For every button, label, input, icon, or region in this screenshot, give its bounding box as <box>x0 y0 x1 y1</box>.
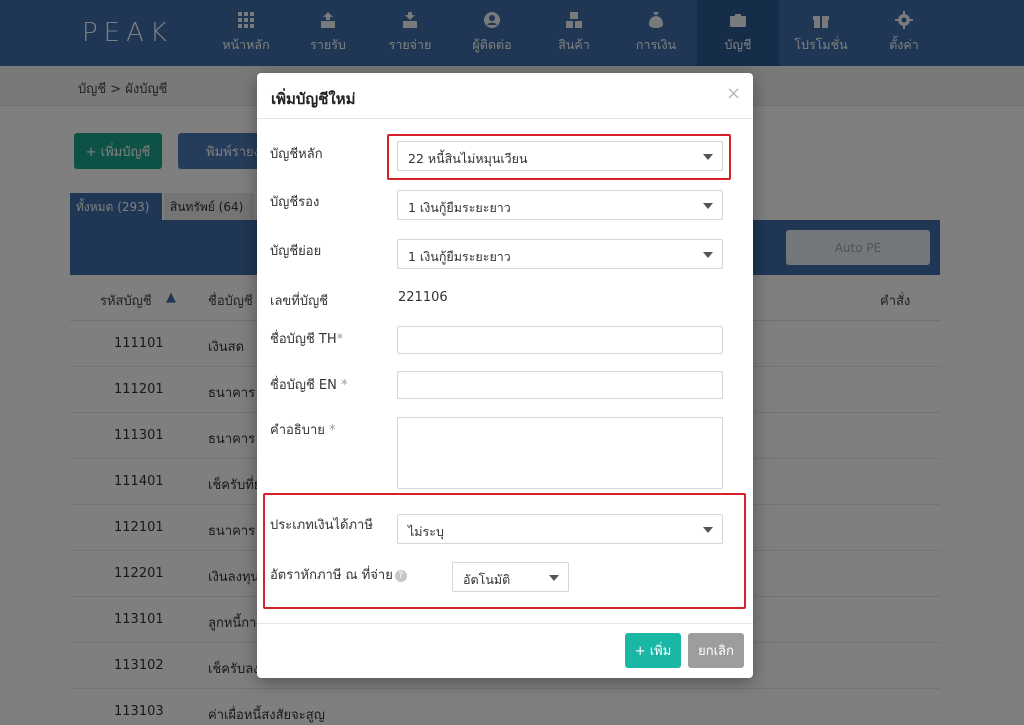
sub-account-label: บัญชีรอง <box>270 195 320 210</box>
main-account-label: บัญชีหลัก <box>270 147 323 162</box>
account-number-label: เลขที่บัญชี <box>270 294 329 309</box>
description-textarea[interactable] <box>397 417 723 489</box>
description-label: คำอธิบาย * <box>270 419 336 440</box>
sub-account-select[interactable]: 1 เงินกู้ยืมระยะยาว <box>397 190 723 220</box>
required-mark: * <box>329 423 336 438</box>
child-account-select[interactable]: 1 เงินกู้ยืมระยะยาว <box>397 239 723 269</box>
child-account-value: 1 เงินกู้ยืมระยะยาว <box>408 249 511 264</box>
sub-account-value: 1 เงินกู้ยืมระยะยาว <box>408 200 511 215</box>
account-number-value: 221106 <box>398 290 448 305</box>
close-icon[interactable]: × <box>726 83 741 104</box>
name-th-input[interactable] <box>397 326 723 354</box>
modal-title: เพิ่มบัญชีใหม่ <box>271 90 356 108</box>
chevron-down-icon <box>703 252 713 258</box>
required-mark: * <box>336 332 344 347</box>
add-button[interactable]: + เพิ่ม <box>625 633 681 668</box>
add-account-modal: เพิ่มบัญชีใหม่ × บัญชีหลัก 22 หนี้สินไม่… <box>257 73 753 678</box>
chevron-down-icon <box>703 203 713 209</box>
description-label-text: คำอธิบาย <box>270 423 325 438</box>
divider <box>257 118 753 119</box>
divider <box>257 623 753 624</box>
name-th-label-text: ชื่อบัญชี TH <box>270 332 337 347</box>
name-en-label: ชื่อบัญชี EN * <box>270 374 348 395</box>
name-th-label: ชื่อบัญชี TH* <box>270 328 343 349</box>
name-en-input[interactable] <box>397 371 723 399</box>
child-account-label: บัญชีย่อย <box>270 244 322 259</box>
required-mark: * <box>341 378 348 393</box>
highlight-box <box>263 493 746 609</box>
name-en-label-text: ชื่อบัญชี EN <box>270 378 337 393</box>
highlight-box <box>387 134 731 180</box>
cancel-button[interactable]: ยกเลิก <box>688 633 744 668</box>
